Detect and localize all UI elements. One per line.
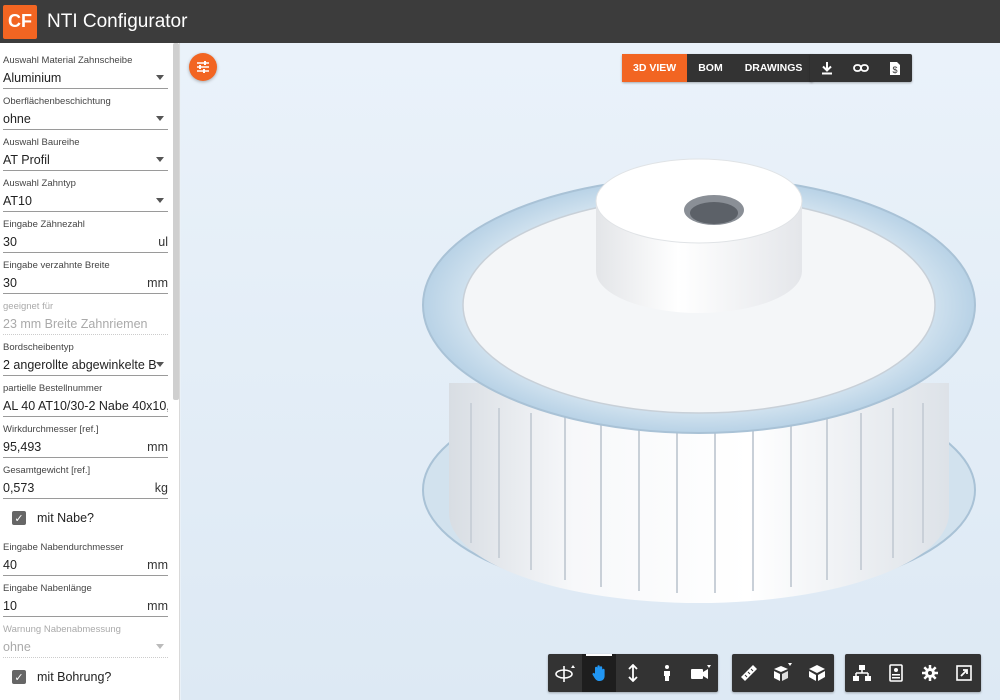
view-tabs: 3D VIEW BOM DRAWINGS [622,54,814,82]
chevron-down-icon [156,362,164,367]
zoom-button[interactable] [616,654,650,692]
person-walk-icon [664,665,670,681]
share-link-button[interactable] [844,54,878,82]
3d-viewport[interactable] [181,43,1000,700]
hub-diameter-input[interactable]: Eingabe Nabendurchmesser 40 mm [3,541,168,576]
download-button[interactable] [810,54,844,82]
pitch-diameter-field[interactable]: Wirkdurchmesser [ref.] 95,493 mm [3,423,168,458]
properties-icon [889,664,903,682]
tab-drawings[interactable]: DRAWINGS [734,54,814,82]
flange-type-select[interactable]: Bordscheibentyp 2 angerollte abgewinkelt… [3,341,168,376]
measure-button[interactable] [732,654,766,692]
tab-bom[interactable]: BOM [687,54,734,82]
pan-hand-icon [592,665,605,681]
properties-button[interactable] [879,654,913,692]
camera-button[interactable] [684,654,718,692]
navigation-toolbar [548,654,718,692]
sliders-icon [197,61,209,73]
app-header: CF NTI Configurator [0,0,1000,43]
zoom-vertical-icon [628,664,638,682]
link-icon [853,64,869,72]
series-select[interactable]: Auswahl Baureihe AT Profil [3,136,168,171]
toothed-width-input[interactable]: Eingabe verzahnte Breite 30 mm [3,259,168,294]
hub-length-input[interactable]: Eingabe Nabenlänge 10 mm [3,582,168,617]
hub-checkbox-row[interactable]: ✓ mit Nabe? [12,511,94,525]
orbit-button[interactable] [548,654,582,692]
chevron-down-icon [156,644,164,649]
total-weight-field[interactable]: Gesamtgewicht [ref.] 0,573 kg [3,464,168,499]
pan-button[interactable] [582,654,616,692]
cube-section-icon [809,665,825,681]
settings-button[interactable] [913,654,947,692]
tooth-count-input[interactable]: Eingabe Zähnezahl 30 ul [3,218,168,253]
pulley-3d-model[interactable] [181,43,1000,700]
app-title: NTI Configurator [47,10,188,32]
hub-checkbox[interactable]: ✓ [12,511,26,525]
fullscreen-button[interactable] [947,654,981,692]
coating-select[interactable]: Oberflächenbeschichtung ohne [3,95,168,130]
measure-toolbar [732,654,834,692]
explode-button[interactable] [766,654,800,692]
ruler-icon [741,665,757,681]
chevron-down-icon [156,198,164,203]
camera-icon [691,665,711,679]
configuration-sidebar: Auswahl Material Zahnscheibe Aluminium O… [0,43,180,700]
hub-warning-select: Warnung Nabenabmessung ohne [3,623,168,658]
fullscreen-icon [956,665,972,681]
section-button[interactable] [800,654,834,692]
tab-3d-view[interactable]: 3D VIEW [622,54,688,82]
hierarchy-icon [853,665,871,681]
bore-checkbox[interactable]: ✓ [12,670,26,684]
quote-button[interactable]: $ [878,54,912,82]
orbit-icon [555,665,575,682]
settings-icon [922,665,938,681]
sliders-toggle-button[interactable] [189,53,217,81]
model-tree-button[interactable] [845,654,879,692]
walk-button[interactable] [650,654,684,692]
order-number-field[interactable]: partielle Bestellnummer AL 40 AT10/30-2 … [3,382,168,417]
app-logo: CF [3,4,37,39]
suitable-for-field: geeignet für 23 mm Breite Zahnriemen [3,300,168,335]
chevron-down-icon [156,157,164,162]
tooth-type-select[interactable]: Auswahl Zahntyp AT10 [3,177,168,212]
misc-toolbar [845,654,981,692]
chevron-down-icon [156,75,164,80]
dollar-file-icon: $ [890,61,900,75]
material-select[interactable]: Auswahl Material Zahnscheibe Aluminium [3,54,168,89]
sidebar-scrollbar[interactable] [173,43,179,400]
export-toolbar: $ [810,54,912,82]
svg-text:$: $ [892,65,897,75]
bore-checkbox-row[interactable]: ✓ mit Bohrung? [12,670,111,684]
chevron-down-icon [156,116,164,121]
explode-icon [774,663,792,681]
download-icon [822,62,832,75]
